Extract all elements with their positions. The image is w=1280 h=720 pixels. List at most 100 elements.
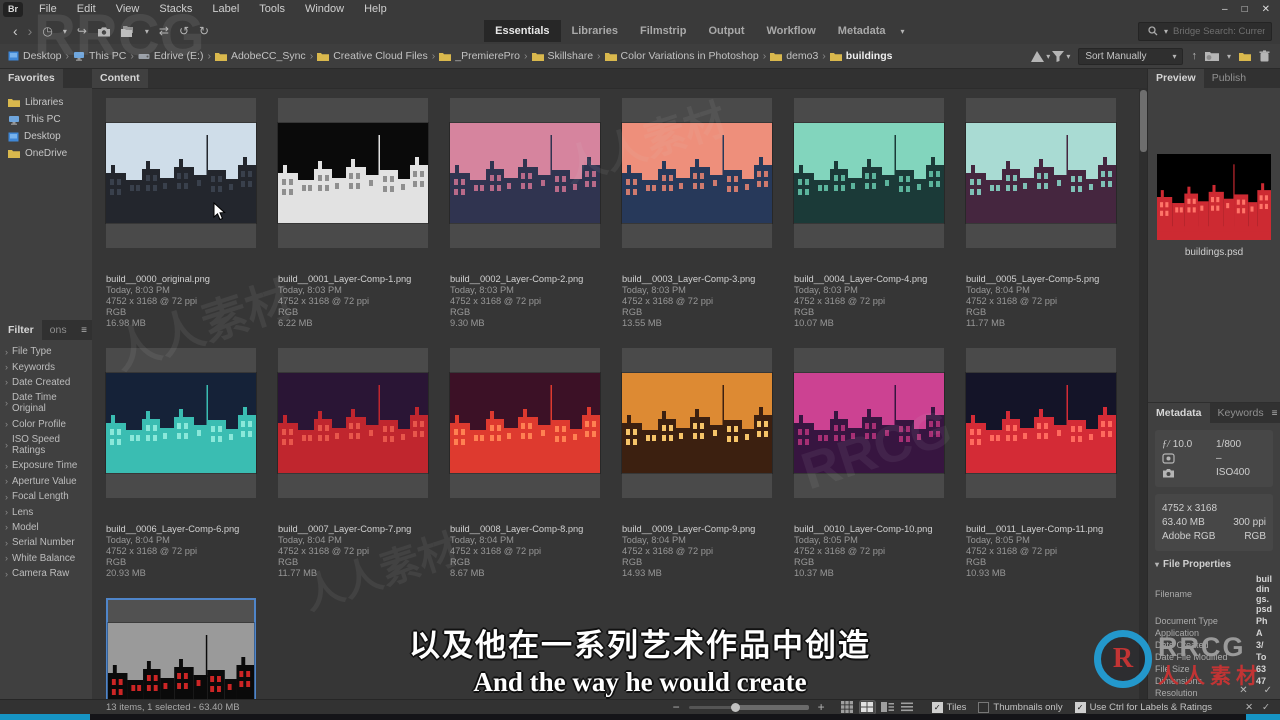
- maximize-icon[interactable]: □: [1242, 4, 1248, 15]
- breadcrumb-edrive-e-[interactable]: Edrive (E:): [138, 50, 203, 62]
- breadcrumb-desktop[interactable]: Desktop: [8, 50, 62, 62]
- tab-publish[interactable]: Publish: [1204, 68, 1254, 88]
- menu-edit[interactable]: Edit: [67, 1, 106, 17]
- workspace-tab-filmstrip[interactable]: Filmstrip: [629, 20, 697, 42]
- thumbnail-card[interactable]: [794, 98, 944, 248]
- chevron-down-icon[interactable]: ▾: [1046, 52, 1050, 61]
- scrollbar-thumb[interactable]: [1140, 90, 1147, 152]
- tab-collections-truncated[interactable]: ons: [42, 320, 75, 340]
- breadcrumb-adobecc-sync[interactable]: AdobeCC_Sync: [214, 50, 306, 62]
- thumbnail-card[interactable]: [278, 348, 428, 498]
- file-tile[interactable]: build__0001_Layer-Comp-1.png Today, 8:03…: [278, 98, 450, 329]
- rating-filter-icon[interactable]: [1031, 50, 1045, 62]
- chevron-down-icon[interactable]: ▾: [900, 27, 904, 36]
- refresh-icon[interactable]: ⇄: [159, 24, 169, 38]
- filter-icon[interactable]: [1052, 50, 1065, 62]
- file-tile[interactable]: build__0010_Layer-Comp-10.png Today, 8:0…: [794, 348, 966, 579]
- folders-icon[interactable]: [120, 25, 135, 37]
- folder-icon[interactable]: [1239, 52, 1251, 61]
- details-view-icon[interactable]: [880, 701, 895, 714]
- zoom-out-icon[interactable]: −: [673, 700, 680, 714]
- trash-icon[interactable]: [1259, 50, 1270, 62]
- thumbnail-card[interactable]: [622, 98, 772, 248]
- file-tile[interactable]: build__0011_Layer-Comp-11.png Today, 8:0…: [966, 348, 1138, 579]
- filter-lens[interactable]: › Lens: [0, 504, 92, 519]
- breadcrumb--premierepro[interactable]: _PremierePro: [439, 50, 520, 62]
- chevron-down-icon[interactable]: ▾: [145, 27, 149, 36]
- camera-icon[interactable]: [97, 26, 111, 37]
- breadcrumb-demo3[interactable]: demo3: [770, 50, 818, 62]
- file-tile[interactable]: build__0009_Layer-Comp-9.png Today, 8:04…: [622, 348, 794, 579]
- thumbnail-card[interactable]: [106, 348, 256, 498]
- menu-window[interactable]: Window: [295, 1, 354, 17]
- breadcrumb-this-pc[interactable]: This PC: [73, 50, 126, 62]
- menu-icon[interactable]: ≡: [81, 325, 87, 336]
- up-arrow-icon[interactable]: ↑: [1191, 50, 1197, 62]
- chevron-down-icon[interactable]: ▾: [1066, 52, 1070, 61]
- filter-date-created[interactable]: › Date Created: [0, 375, 92, 390]
- grid-view-icon[interactable]: [840, 701, 855, 714]
- filter-date-time-original[interactable]: › Date Time Original: [0, 390, 92, 416]
- workspace-tab-workflow[interactable]: Workflow: [756, 20, 827, 42]
- tab-keywords[interactable]: Keywords: [1210, 403, 1272, 423]
- file-tile[interactable]: build__0000_original.png Today, 8:03 PM …: [106, 98, 278, 329]
- list-view-icon[interactable]: [900, 701, 915, 714]
- checkbox-tiles[interactable]: ✓ Tiles: [931, 701, 966, 713]
- file-tile[interactable]: build__0006_Layer-Comp-6.png Today, 8:04…: [106, 348, 278, 579]
- filter-focal-length[interactable]: › Focal Length: [0, 489, 92, 504]
- workspace-tab-essentials[interactable]: Essentials: [484, 20, 561, 42]
- workspace-tab-output[interactable]: Output: [697, 20, 755, 42]
- menu-file[interactable]: File: [29, 1, 67, 17]
- menu-stacks[interactable]: Stacks: [149, 1, 202, 17]
- filter-iso-speed-ratings[interactable]: › ISO Speed Ratings: [0, 432, 92, 458]
- preview-thumbnail[interactable]: [1157, 154, 1271, 243]
- slider-handle[interactable]: [730, 702, 740, 712]
- tab-content[interactable]: Content: [92, 68, 148, 88]
- chevron-down-icon[interactable]: ▾: [1164, 27, 1168, 36]
- file-tile[interactable]: build__0005_Layer-Comp-5.png Today, 8:04…: [966, 98, 1138, 329]
- forward-icon[interactable]: ›: [28, 23, 33, 39]
- thumbnail-card[interactable]: [622, 348, 772, 498]
- tab-filter[interactable]: Filter: [0, 320, 42, 340]
- search-box[interactable]: ▾: [1137, 21, 1272, 41]
- filter-camera-raw[interactable]: › Camera Raw: [0, 566, 92, 581]
- bridge-search-input[interactable]: [1171, 24, 1267, 38]
- back-icon[interactable]: ‹: [13, 23, 18, 39]
- close-icon[interactable]: ✕: [1262, 4, 1270, 15]
- file-tile[interactable]: build__0002_Layer-Comp-2.png Today, 8:03…: [450, 98, 622, 329]
- thumbnail-card[interactable]: [278, 98, 428, 248]
- apply-icon[interactable]: ✓: [1264, 685, 1272, 696]
- file-tile[interactable]: build__0003_Layer-Comp-3.png Today, 8:03…: [622, 98, 794, 329]
- sidebar-item-desktop[interactable]: Desktop: [0, 128, 92, 145]
- menu-view[interactable]: View: [106, 1, 150, 17]
- thumbnail-card[interactable]: [966, 348, 1116, 498]
- filter-exposure-time[interactable]: › Exposure Time: [0, 458, 92, 473]
- breadcrumb-skillshare[interactable]: Skillshare: [531, 50, 593, 62]
- filter-aperture-value[interactable]: › Aperture Value: [0, 474, 92, 489]
- workspace-tab-libraries[interactable]: Libraries: [561, 20, 629, 42]
- rotate-left-icon[interactable]: ↺: [179, 24, 189, 38]
- sidebar-item-libraries[interactable]: Libraries: [0, 94, 92, 111]
- file-tile[interactable]: [106, 598, 278, 700]
- thumbnail-card[interactable]: [794, 348, 944, 498]
- menu-label[interactable]: Label: [202, 1, 249, 17]
- checkbox-thumbnails-only[interactable]: Thumbnails only: [978, 701, 1063, 713]
- sidebar-item-onedrive[interactable]: OneDrive: [0, 145, 92, 162]
- file-tile[interactable]: build__0008_Layer-Comp-8.png Today, 8:04…: [450, 348, 622, 579]
- tab-favorites[interactable]: Favorites: [0, 68, 63, 88]
- breadcrumb-creative-cloud-files[interactable]: Creative Cloud Files: [317, 50, 428, 62]
- tiles-view-icon[interactable]: [858, 699, 876, 715]
- filter-model[interactable]: › Model: [0, 520, 92, 535]
- confirm-icon[interactable]: ✓: [1262, 702, 1270, 713]
- return-icon[interactable]: ↪: [77, 24, 87, 38]
- minimize-icon[interactable]: –: [1222, 4, 1228, 15]
- chevron-down-icon[interactable]: ▾: [1227, 52, 1231, 61]
- breadcrumb-color-variations-in-photoshop[interactable]: Color Variations in Photoshop: [604, 50, 759, 62]
- bridge-logo[interactable]: Br: [3, 1, 23, 17]
- rotate-right-icon[interactable]: ↻: [199, 24, 209, 38]
- checkbox-use-ctrl-for-labels-ratings[interactable]: ✓ Use Ctrl for Labels & Ratings: [1074, 701, 1212, 713]
- file-properties-header[interactable]: ▾ File Properties: [1155, 559, 1273, 570]
- menu-icon[interactable]: ≡: [1272, 408, 1278, 419]
- menu-tools[interactable]: Tools: [249, 1, 295, 17]
- new-folder-icon[interactable]: [1204, 51, 1219, 61]
